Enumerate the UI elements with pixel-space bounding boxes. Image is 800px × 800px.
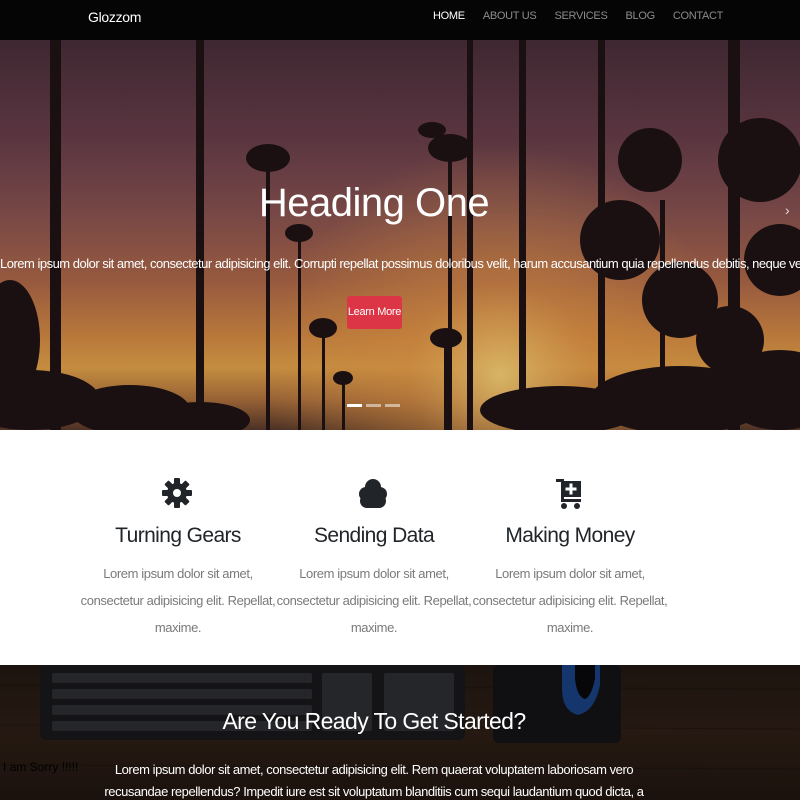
feature-title: Making Money — [505, 524, 635, 547]
cloud-icon — [359, 479, 387, 508]
nav-link-blog[interactable]: BLOG — [616, 0, 663, 40]
feature-title: Turning Gears — [115, 524, 241, 547]
cart-plus-icon — [556, 479, 581, 509]
feature-text: Lorem ipsum dolor sit amet, consectetur … — [80, 566, 276, 635]
hero-heading: Heading One — [258, 181, 490, 225]
hero-text: Lorem ipsum dolor sit amet, consectetur … — [0, 256, 800, 271]
cta-section: Are You Ready To Get Started? Lorem ipsu… — [0, 665, 800, 800]
feature-text: Lorem ipsum dolor sit amet, consectetur … — [276, 566, 472, 635]
carousel-indicators — [347, 404, 400, 407]
cta-heading: Are You Ready To Get Started? — [222, 708, 526, 734]
learn-more-button[interactable]: Learn More — [347, 296, 402, 329]
carousel-indicator-1[interactable] — [347, 404, 362, 407]
nav-link-contact[interactable]: CONTACT — [664, 0, 732, 40]
hero-background-image — [0, 40, 800, 430]
carousel-indicator-3[interactable] — [385, 404, 400, 407]
feature-title: Sending Data — [313, 524, 435, 547]
nav-link-about-us[interactable]: ABOUT US — [474, 0, 546, 40]
brand-logo[interactable]: Glozzom — [88, 9, 141, 25]
hero-carousel: Heading One Lorem ipsum dolor sit amet, … — [0, 40, 800, 430]
nav-link-home[interactable]: HOME — [424, 0, 474, 40]
features-section: Turning Gears Lorem ipsum dolor sit amet… — [0, 430, 800, 665]
overlay-note: I am Sorry !!!!! — [3, 760, 79, 774]
carousel-indicator-2[interactable] — [366, 404, 381, 407]
gear-icon — [162, 478, 192, 508]
nav-link-services[interactable]: SERVICES — [545, 0, 616, 40]
feature-text: Lorem ipsum dolor sit amet, consectetur … — [472, 566, 668, 635]
cta-text: Lorem ipsum dolor sit amet, consectetur … — [104, 762, 644, 799]
navbar: Glozzom HOME ABOUT US SERVICES BLOG CONT… — [0, 0, 800, 40]
chevron-right-icon[interactable]: › — [785, 202, 790, 218]
nav-menu: HOME ABOUT US SERVICES BLOG CONTACT — [424, 0, 732, 40]
